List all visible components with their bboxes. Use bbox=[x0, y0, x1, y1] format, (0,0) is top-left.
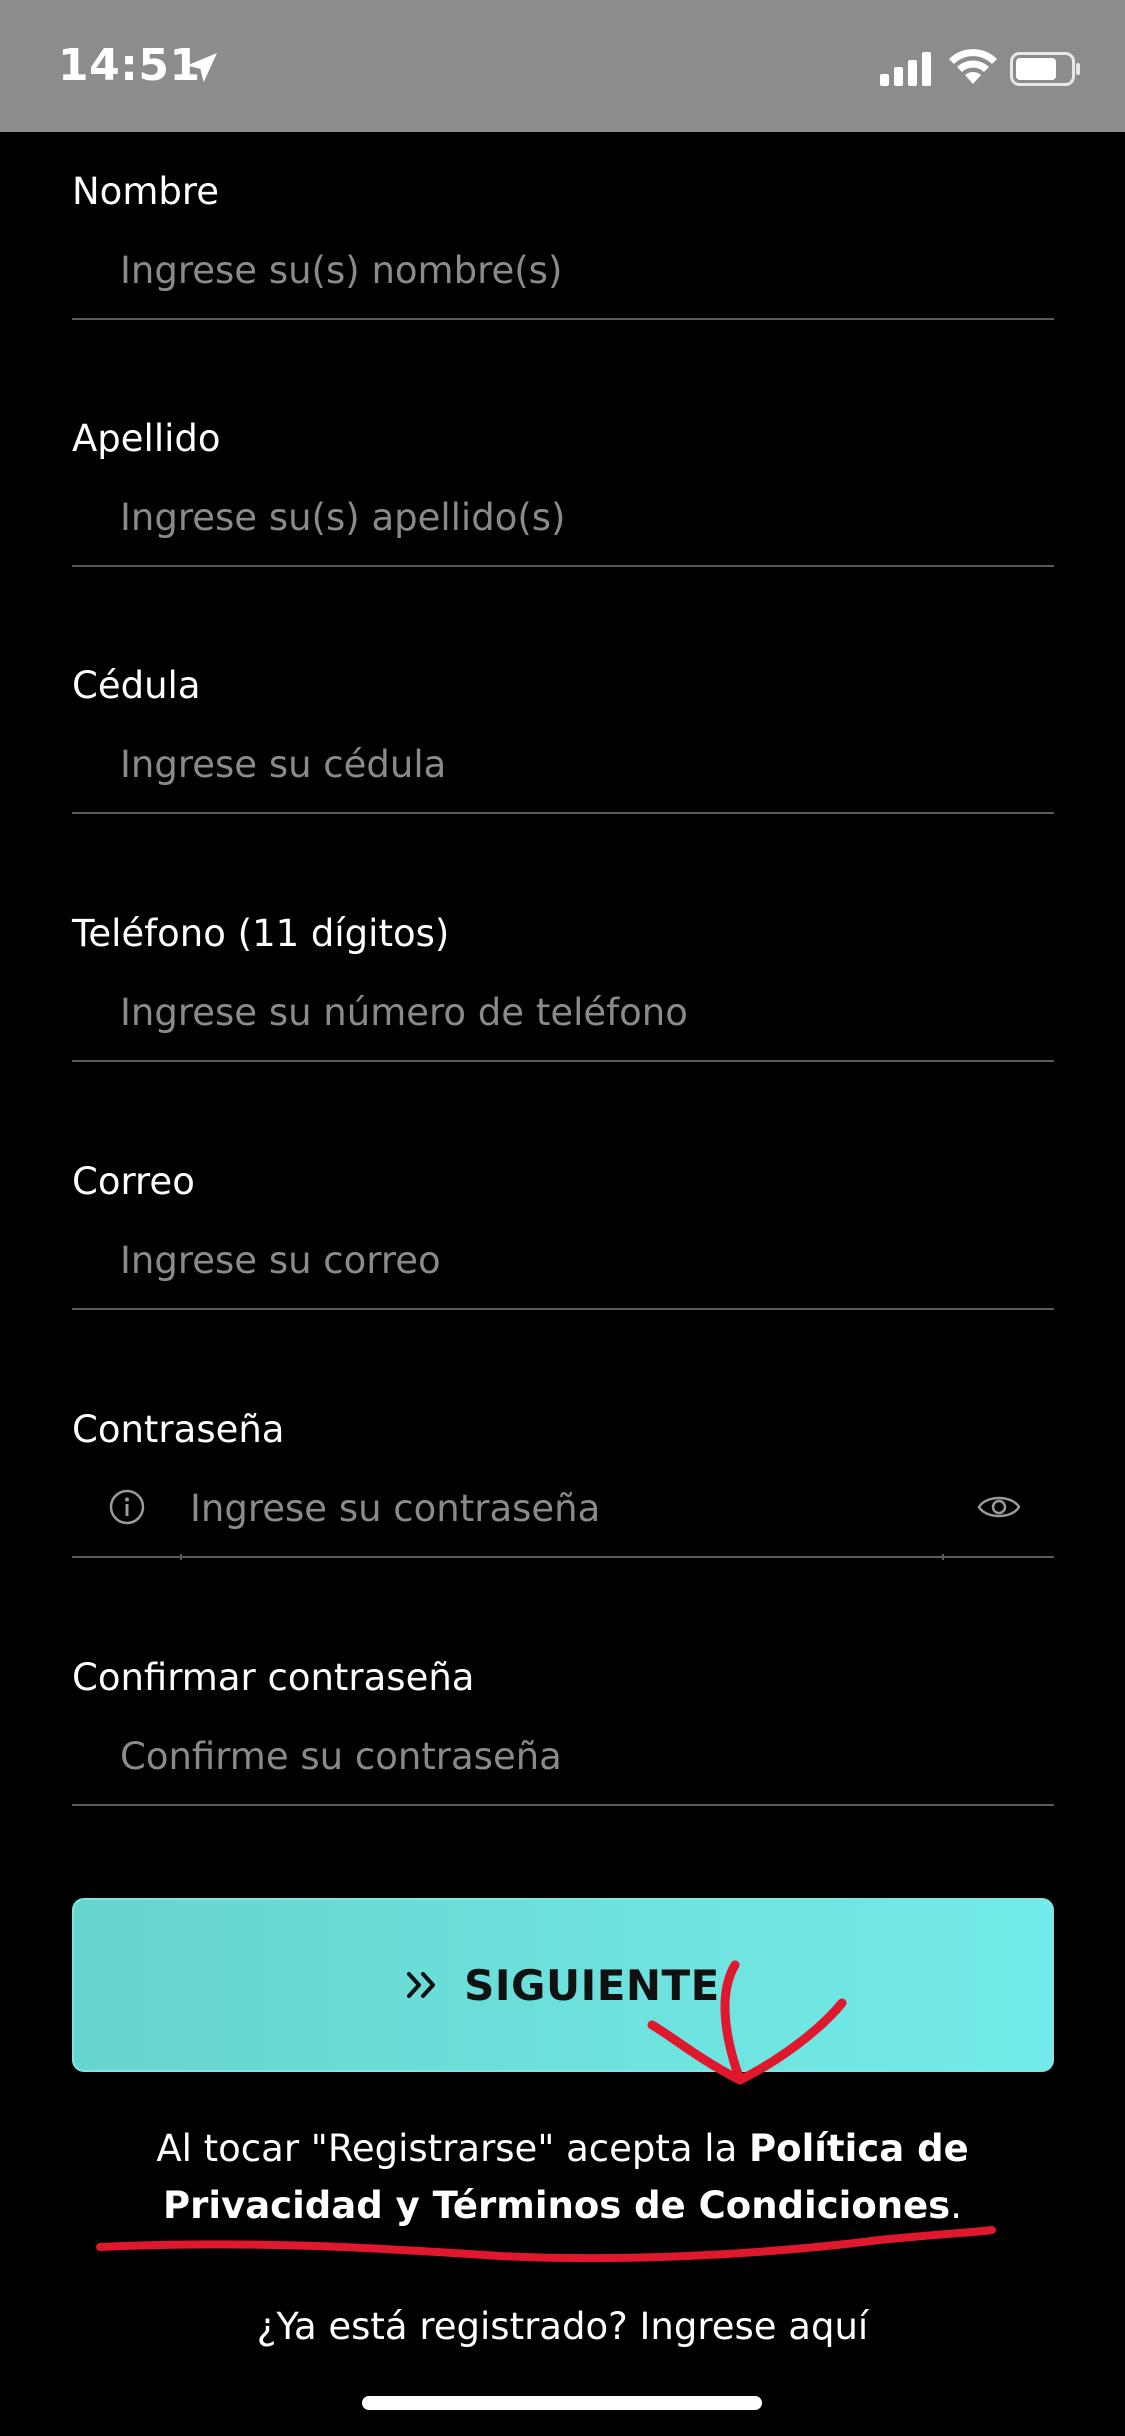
nombre-input[interactable] bbox=[120, 240, 1000, 300]
field-label: Cédula bbox=[72, 664, 201, 707]
field-input-wrapper bbox=[72, 724, 1054, 814]
info-icon[interactable] bbox=[108, 1488, 146, 1526]
field-input-wrapper bbox=[72, 972, 1054, 1062]
field-telefono: Teléfono (11 dígitos) bbox=[72, 874, 1054, 1064]
annotation-underline bbox=[96, 2226, 996, 2263]
confirmar-contrasena-input[interactable] bbox=[120, 1726, 1000, 1786]
field-label: Correo bbox=[72, 1160, 195, 1203]
field-input-wrapper bbox=[72, 1716, 1054, 1806]
field-input-wrapper bbox=[72, 1468, 1054, 1560]
terms-notice: Al tocar "Registrarse" acepta la Polític… bbox=[100, 2120, 1025, 2234]
terms-prefix: Al tocar "Registrarse" acepta la bbox=[156, 2127, 750, 2170]
correo-input[interactable] bbox=[120, 1230, 1000, 1290]
field-contrasena: Contraseña bbox=[72, 1370, 1054, 1560]
field-correo: Correo bbox=[72, 1122, 1054, 1312]
status-bar: 14:51 bbox=[0, 0, 1125, 132]
status-time: 14:51 bbox=[58, 40, 201, 91]
cellular-signal-icon bbox=[880, 52, 931, 86]
field-label: Apellido bbox=[72, 417, 221, 460]
field-nombre: Nombre bbox=[72, 132, 1054, 322]
battery-icon bbox=[1010, 52, 1080, 86]
field-input-wrapper bbox=[72, 477, 1054, 567]
field-label: Nombre bbox=[72, 170, 220, 213]
terms-suffix: . bbox=[950, 2184, 962, 2227]
home-indicator bbox=[362, 2396, 762, 2410]
double-chevron-right-icon bbox=[407, 1972, 436, 1998]
field-cedula: Cédula bbox=[72, 626, 1054, 816]
field-input-wrapper bbox=[72, 230, 1054, 320]
siguiente-button[interactable]: SIGUIENTE bbox=[72, 1898, 1054, 2072]
wifi-icon bbox=[949, 49, 997, 84]
field-input-wrapper bbox=[72, 1220, 1054, 1310]
field-label: Confirmar contraseña bbox=[72, 1656, 475, 1699]
field-label: Contraseña bbox=[72, 1408, 285, 1451]
divider bbox=[942, 1554, 944, 1560]
eye-icon[interactable] bbox=[976, 1490, 1022, 1524]
field-confirmar-contrasena: Confirmar contraseña bbox=[72, 1618, 1054, 1808]
login-link[interactable]: ¿Ya está registrado? Ingrese aquí bbox=[0, 2305, 1125, 2348]
apellido-input[interactable] bbox=[120, 487, 1000, 547]
location-arrow-icon bbox=[187, 53, 217, 83]
divider bbox=[180, 1554, 182, 1560]
contrasena-input[interactable] bbox=[190, 1478, 970, 1538]
telefono-input[interactable] bbox=[120, 982, 1000, 1042]
siguiente-label: SIGUIENTE bbox=[464, 1960, 720, 2010]
field-label: Teléfono (11 dígitos) bbox=[72, 912, 450, 955]
field-apellido: Apellido bbox=[72, 379, 1054, 569]
cedula-input[interactable] bbox=[120, 734, 1000, 794]
